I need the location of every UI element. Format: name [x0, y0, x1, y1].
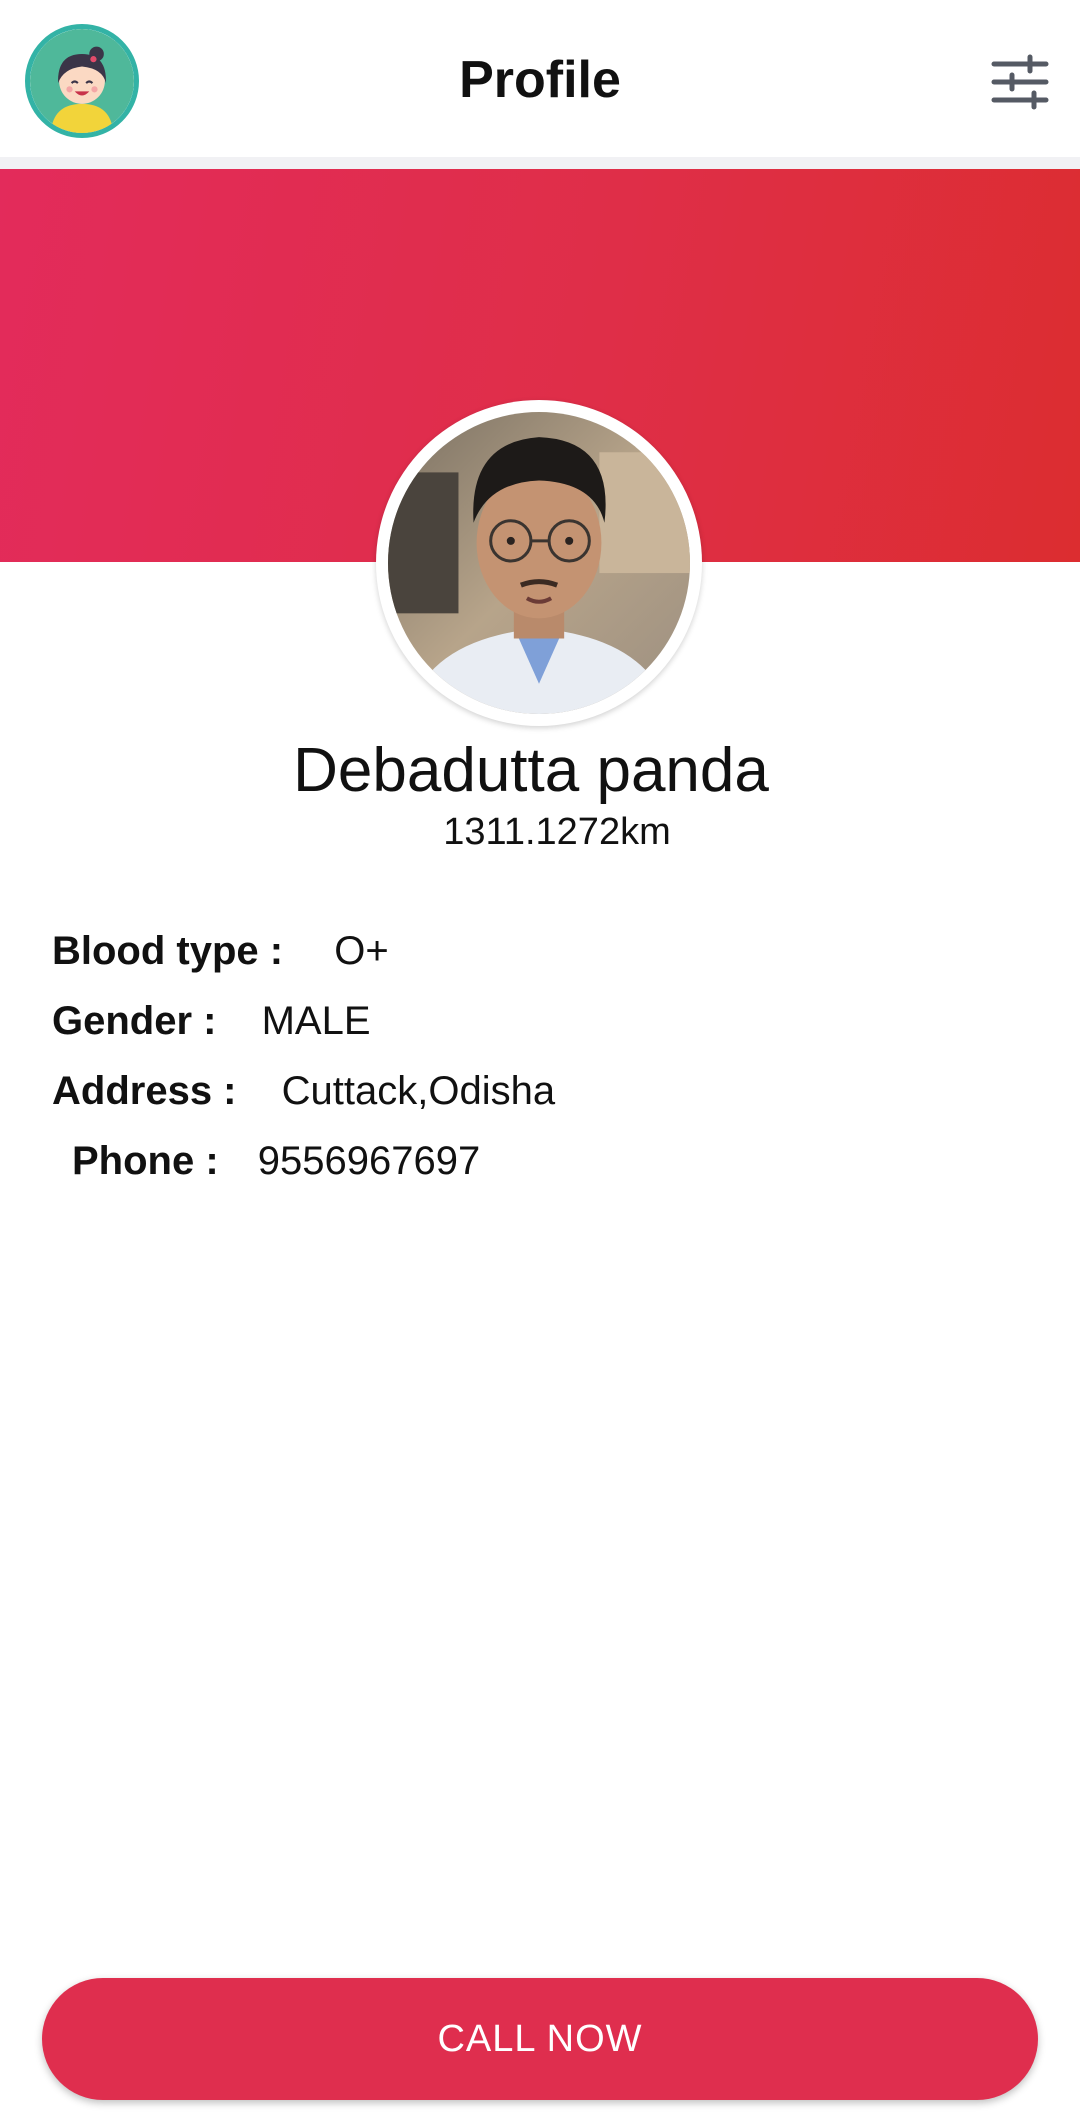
detail-label: Phone : — [72, 1139, 219, 1183]
sliders-icon — [991, 54, 1049, 110]
profile-name: Debadutta panda — [293, 736, 769, 805]
detail-label: Address : — [52, 1069, 237, 1113]
app-bar-divider — [0, 157, 1080, 169]
profile-distance: 1311.1272km — [443, 811, 671, 853]
app-bar: Profile — [0, 0, 1080, 157]
detail-label: Gender : — [52, 999, 217, 1043]
detail-blood-type: Blood type : O+ — [52, 926, 389, 976]
call-now-button[interactable]: CALL NOW — [42, 1978, 1038, 2100]
detail-label: Blood type : — [52, 929, 284, 973]
page-title: Profile — [459, 51, 621, 109]
filter-button[interactable] — [990, 54, 1050, 110]
detail-phone: Phone : 9556967697 — [72, 1136, 480, 1186]
profile-photo — [376, 400, 702, 726]
detail-value: 9556967697 — [257, 1139, 481, 1183]
detail-value: O+ — [334, 929, 389, 973]
detail-value: Cuttack,Odisha — [281, 1069, 556, 1113]
profile-photo-image — [388, 412, 690, 714]
detail-gender: Gender : MALE — [52, 996, 371, 1046]
detail-address: Address : Cuttack,Odisha — [52, 1066, 555, 1116]
detail-value: MALE — [261, 999, 371, 1043]
